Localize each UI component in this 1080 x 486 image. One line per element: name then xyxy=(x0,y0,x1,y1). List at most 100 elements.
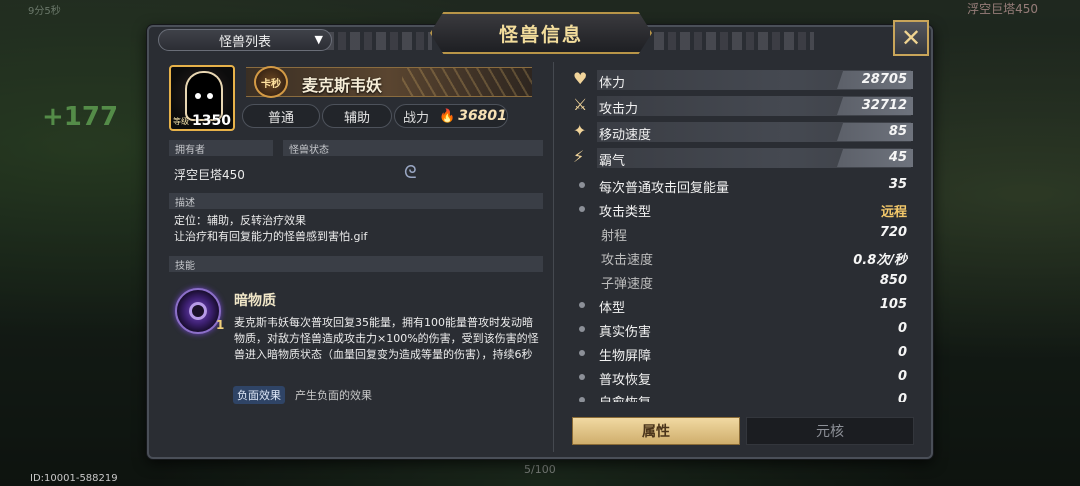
stat-value: 0 xyxy=(897,345,907,360)
stat-label: 射程 xyxy=(601,229,628,244)
window-title-plate: 怪兽信息 xyxy=(430,12,652,54)
stat-row-attack-speed: 攻击速度 0.8次/秒 xyxy=(563,245,919,269)
stat-row-attack-recovery: 普攻恢复 0 xyxy=(563,365,919,389)
tab-core-label: 元核 xyxy=(816,424,844,440)
skill-name: 暗物质 xyxy=(234,293,276,309)
stat-label: 移动速度 xyxy=(599,128,652,143)
bullet-dot xyxy=(579,350,585,356)
stat-value: 28705 xyxy=(861,72,907,87)
floating-heal-number: +177 xyxy=(42,102,119,132)
power-label: 战力 xyxy=(403,110,430,126)
dropdown-label: 怪兽列表 xyxy=(218,34,271,50)
negative-effect-tag[interactable]: 负面效果 xyxy=(233,386,285,404)
portrait-eye-right xyxy=(207,93,213,99)
stats-list[interactable]: ♥ 体力 28705 ⚔ 攻击力 32712 ✦ 移动速度 85 ⚡ 霸气 45… xyxy=(563,66,919,402)
bullet-dot xyxy=(579,182,585,188)
background-player-name: 浮空巨塔450 xyxy=(967,2,1038,16)
stat-row-bullet-speed: 子弹速度 850 xyxy=(563,269,919,293)
tab-attributes-label: 属性 xyxy=(642,424,670,440)
stat-label: 攻击速度 xyxy=(601,253,654,268)
stat-row-bio-barrier: 生物屏障 0 xyxy=(563,341,919,365)
tab-attributes[interactable]: 属性 xyxy=(572,417,740,445)
heart-icon: ♥ xyxy=(573,69,588,88)
stat-label: 生物屏障 xyxy=(599,349,652,364)
title-ornament-right xyxy=(654,32,814,50)
claw-icon: ⚡ xyxy=(573,147,585,166)
bullet-dot xyxy=(579,206,585,212)
skill-level: 1 xyxy=(216,318,225,332)
speed-icon: ✦ xyxy=(573,121,587,140)
monster-list-dropdown[interactable]: 怪兽列表 ▼ xyxy=(158,29,332,51)
game-timer: 9分5秒 xyxy=(28,6,61,17)
monster-avatar[interactable]: 等级 1350 xyxy=(169,65,235,131)
monster-role: 辅助 xyxy=(343,110,370,126)
close-button[interactable]: ✕ xyxy=(893,20,929,56)
stat-label: 普攻恢复 xyxy=(599,373,652,388)
stat-value: 720 xyxy=(879,225,907,240)
power-value: 36801 xyxy=(458,108,507,124)
skill-header: 技能 xyxy=(169,256,543,272)
bullet-dot xyxy=(579,397,585,402)
close-icon: ✕ xyxy=(900,24,922,52)
stat-row-attack: ⚔ 攻击力 32712 xyxy=(563,94,919,118)
stat-value: 105 xyxy=(879,297,907,312)
stat-row-move-speed: ✦ 移动速度 85 xyxy=(563,120,919,144)
skill-description: 麦克斯韦妖每次普攻回复35能量，拥有100能量普攻时发动暗物质，对敌方怪兽造成攻… xyxy=(234,316,539,361)
negative-effect-description: 产生负面的效果 xyxy=(295,389,372,402)
stat-label: 子弹速度 xyxy=(601,277,654,292)
column-divider xyxy=(553,62,554,452)
window-title: 怪兽信息 xyxy=(498,23,583,46)
stat-value: 32712 xyxy=(861,98,907,113)
state-swirl-icon[interactable]: ᘓ xyxy=(404,162,417,183)
portrait-eye-left xyxy=(195,93,201,99)
monster-type-pill: 普通 xyxy=(242,104,320,128)
stat-label: 攻击力 xyxy=(599,102,639,117)
stat-row-domineering: ⚡ 霸气 45 xyxy=(563,146,919,170)
stat-value: 85 xyxy=(888,124,907,139)
description-header: 描述 xyxy=(169,193,543,209)
monster-type: 普通 xyxy=(267,110,294,126)
chevron-down-icon: ▼ xyxy=(314,33,323,46)
dark-matter-skill-icon[interactable] xyxy=(175,288,221,334)
stat-row-self-heal: 自愈恢复 0 xyxy=(563,388,919,402)
monster-name-plate xyxy=(246,67,532,97)
bullet-dot xyxy=(579,302,585,308)
stat-value: 850 xyxy=(879,273,907,288)
stat-row-range: 射程 720 xyxy=(563,221,919,245)
stat-row-energy-regen: 每次普通攻击回复能量 35 xyxy=(563,173,919,197)
combat-power-pill: 战力 🔥 36801 xyxy=(394,104,508,128)
stat-label: 霸气 xyxy=(599,154,626,169)
level-tag: 等级 xyxy=(173,117,189,126)
stat-value: 远程 xyxy=(880,205,907,220)
bullet-dot xyxy=(579,326,585,332)
bullet-dot xyxy=(579,374,585,380)
stat-label: 每次普通攻击回复能量 xyxy=(599,181,730,196)
stat-label: 攻击类型 xyxy=(599,205,652,220)
description-line-1: 定位：辅助，反转治疗效果 xyxy=(174,214,306,227)
description-line-2: 让治疗和有回复能力的怪兽感到害怕.gif xyxy=(174,230,368,243)
sword-icon: ⚔ xyxy=(573,95,588,114)
monster-role-pill: 辅助 xyxy=(322,104,392,128)
rank-badge: 卡秒 xyxy=(254,66,288,98)
state-header: 怪兽状态 xyxy=(283,140,543,156)
player-id: ID:10001-588219 xyxy=(30,473,118,484)
stat-value: 0.8次/秒 xyxy=(853,253,907,268)
stat-value: 0 xyxy=(897,392,907,402)
stat-value: 0 xyxy=(897,321,907,336)
owner-value: 浮空巨塔450 xyxy=(174,168,245,182)
tab-core[interactable]: 元核 xyxy=(746,417,914,445)
stat-label: 体力 xyxy=(599,76,626,91)
stat-row-body-size: 体型 105 xyxy=(563,293,919,317)
owner-header: 拥有者 xyxy=(169,140,273,156)
stat-label: 自愈恢复 xyxy=(599,392,651,402)
stat-row-hp: ♥ 体力 28705 xyxy=(563,68,919,92)
stat-row-true-damage: 真实伤害 0 xyxy=(563,317,919,341)
monster-name: 麦克斯韦妖 xyxy=(302,76,383,95)
stat-label: 体型 xyxy=(599,301,626,316)
stat-row-attack-type: 攻击类型 远程 xyxy=(563,197,919,221)
background-wave-counter: 5/100 xyxy=(524,463,556,476)
monster-level: 1350 xyxy=(192,113,231,129)
stat-value: 35 xyxy=(888,177,907,192)
stat-value: 45 xyxy=(888,150,907,165)
stat-label: 真实伤害 xyxy=(599,325,652,340)
